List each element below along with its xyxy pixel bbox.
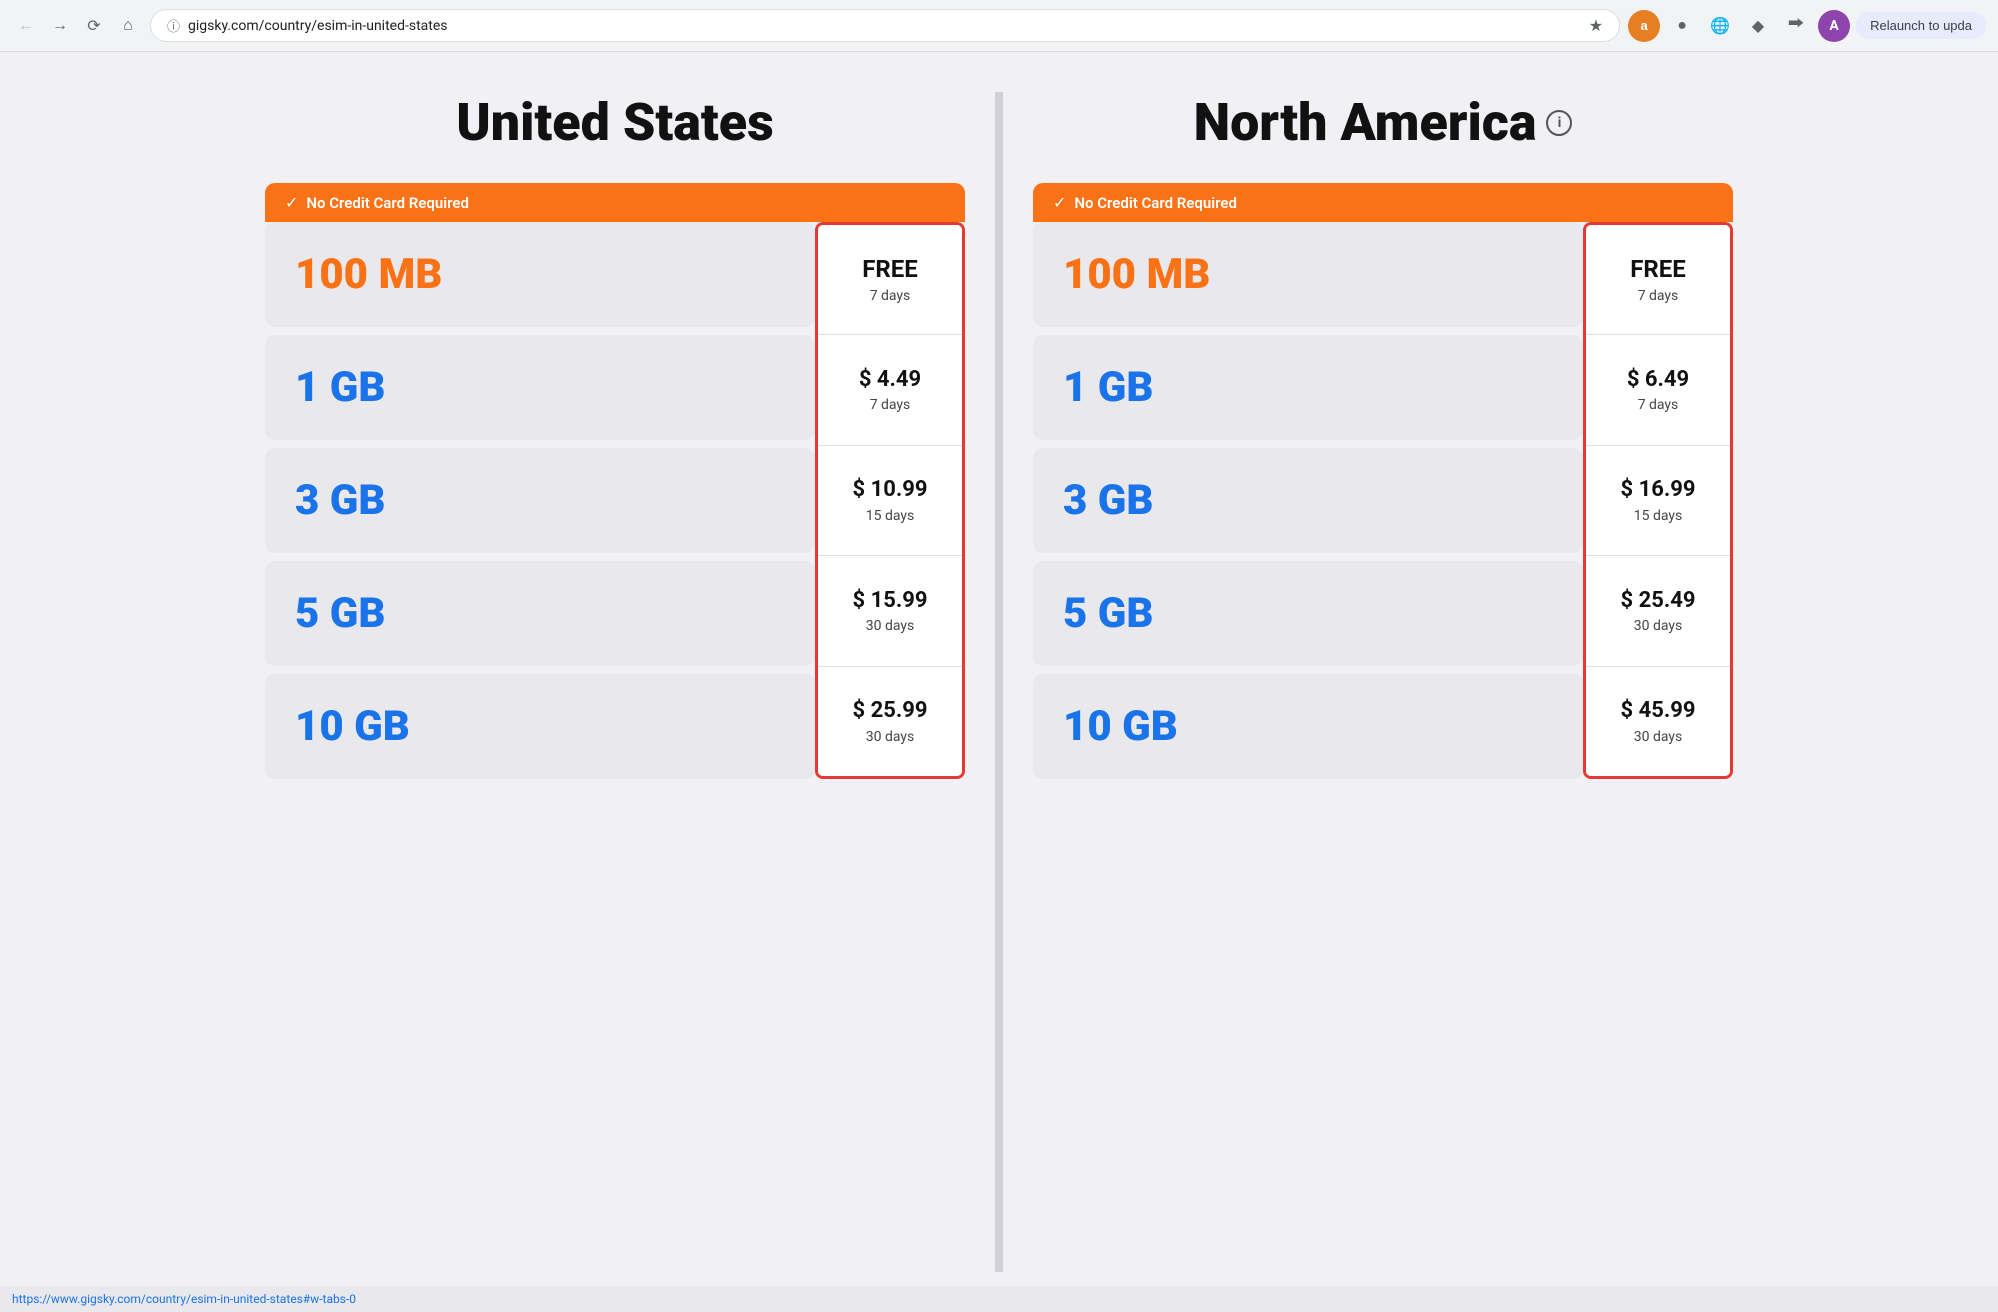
plan-table-na: ✓ No Credit Card Required 100 MB 1 GB 3 GB 5 … (1033, 183, 1733, 779)
section-divider (995, 92, 1003, 1272)
price-column-us: FREE 7 days $ 4.49 7 days $ 10.99 15 days $ 15… (815, 222, 965, 779)
data-amount-na-3: 5 GB (1063, 589, 1154, 638)
price-amount-us-4: $ 25.99 (853, 698, 928, 724)
data-cell-na-1[interactable]: 1 GB (1033, 335, 1583, 440)
price-amount-na-0: FREE (1630, 255, 1686, 284)
price-days-na-4: 30 days (1634, 729, 1682, 745)
plan-section-na: North Americai ✓ No Credit Card Required 10… (1033, 92, 1733, 1272)
data-cell-us-4[interactable]: 10 GB (265, 674, 815, 779)
price-days-na-0: 7 days (1638, 288, 1679, 304)
data-amount-us-2: 3 GB (295, 476, 386, 525)
price-column-na: FREE 7 days $ 6.49 7 days $ 16.99 15 days $ 25… (1583, 222, 1733, 779)
plan-section-us: United States ✓ No Credit Card Required 100… (265, 92, 965, 1272)
price-days-us-2: 15 days (866, 508, 914, 524)
data-cell-us-2[interactable]: 3 GB (265, 448, 815, 553)
lock-icon: ⓘ (167, 16, 180, 35)
data-amount-us-0: 100 MB (295, 250, 442, 299)
data-amount-na-4: 10 GB (1063, 702, 1178, 751)
price-amount-na-2: $ 16.99 (1621, 477, 1696, 503)
relaunch-button[interactable]: Relaunch to upda (1856, 12, 1986, 39)
price-cell-na-2[interactable]: $ 16.99 15 days (1586, 446, 1730, 556)
data-amount-na-1: 1 GB (1063, 363, 1154, 412)
price-amount-na-4: $ 45.99 (1621, 698, 1696, 724)
page-content: United States ✓ No Credit Card Required 100… (0, 52, 1998, 1312)
section-title-na: North Americai (1033, 92, 1733, 153)
data-column-us: 100 MB 1 GB 3 GB 5 GB 10 GB (265, 222, 815, 779)
no-credit-card-text: No Credit Card Required (1074, 194, 1237, 212)
browser-actions: a ● 🌐 ◆ 🠲 A Relaunch to upda (1628, 10, 1986, 42)
status-bar: https://www.gigsky.com/country/esim-in-u… (0, 1286, 1998, 1312)
price-cell-na-0[interactable]: FREE 7 days (1586, 225, 1730, 335)
info-icon[interactable]: i (1546, 110, 1572, 136)
reload-button[interactable]: ⟳ (80, 12, 108, 40)
forward-button[interactable]: → (46, 12, 74, 40)
data-amount-us-3: 5 GB (295, 589, 386, 638)
price-days-na-3: 30 days (1634, 618, 1682, 634)
plan-rows-us: 100 MB 1 GB 3 GB 5 GB 10 GB FREE 7 days $ 4.49 7… (265, 222, 965, 779)
data-cell-na-3[interactable]: 5 GB (1033, 561, 1583, 666)
price-cell-us-3[interactable]: $ 15.99 30 days (818, 556, 962, 666)
price-column-inner-us: FREE 7 days $ 4.49 7 days $ 10.99 15 days $ 15… (815, 222, 965, 779)
url-text: gigsky.com/country/esim-in-united-states (188, 18, 1581, 34)
back-button[interactable]: ← (12, 12, 40, 40)
no-credit-card-header-us: ✓ No Credit Card Required (265, 183, 965, 222)
data-cell-na-4[interactable]: 10 GB (1033, 674, 1583, 779)
data-amount-us-1: 1 GB (295, 363, 386, 412)
price-column-inner-na: FREE 7 days $ 6.49 7 days $ 16.99 15 days $ 25… (1583, 222, 1733, 779)
price-days-us-4: 30 days (866, 729, 914, 745)
data-amount-na-2: 3 GB (1063, 476, 1154, 525)
data-cell-us-3[interactable]: 5 GB (265, 561, 815, 666)
price-amount-na-3: $ 25.49 (1621, 588, 1696, 614)
plan-rows-na: 100 MB 1 GB 3 GB 5 GB 10 GB FREE 7 days $ 6.49 7… (1033, 222, 1733, 779)
price-amount-na-1: $ 6.49 (1627, 367, 1689, 393)
price-cell-us-0[interactable]: FREE 7 days (818, 225, 962, 335)
check-icon: ✓ (285, 193, 298, 212)
data-cell-us-0[interactable]: 100 MB (265, 222, 815, 327)
extensions-btn-g[interactable]: ◆ (1742, 10, 1774, 42)
price-days-us-3: 30 days (866, 618, 914, 634)
price-cell-us-2[interactable]: $ 10.99 15 days (818, 446, 962, 556)
home-button[interactable]: ⌂ (114, 12, 142, 40)
extensions-btn-edge[interactable]: ● (1666, 10, 1698, 42)
no-credit-card-header-na: ✓ No Credit Card Required (1033, 183, 1733, 222)
data-cell-na-2[interactable]: 3 GB (1033, 448, 1583, 553)
data-column-na: 100 MB 1 GB 3 GB 5 GB 10 GB (1033, 222, 1583, 779)
price-amount-us-0: FREE (862, 255, 918, 284)
nav-buttons: ← → ⟳ ⌂ (12, 12, 142, 40)
price-amount-us-3: $ 15.99 (853, 588, 928, 614)
browser-chrome: ← → ⟳ ⌂ ⓘ gigsky.com/country/esim-in-uni… (0, 0, 1998, 52)
price-days-na-2: 15 days (1634, 508, 1682, 524)
extensions-btn-a[interactable]: a (1628, 10, 1660, 42)
data-amount-na-0: 100 MB (1063, 250, 1210, 299)
bookmark-icon: ★ (1589, 16, 1603, 35)
plan-table-us: ✓ No Credit Card Required 100 MB 1 GB 3 GB 5 … (265, 183, 965, 779)
data-cell-us-1[interactable]: 1 GB (265, 335, 815, 440)
address-bar[interactable]: ⓘ gigsky.com/country/esim-in-united-stat… (150, 9, 1620, 42)
price-cell-us-4[interactable]: $ 25.99 30 days (818, 667, 962, 776)
price-days-us-1: 7 days (870, 397, 911, 413)
no-credit-card-text: No Credit Card Required (306, 194, 469, 212)
data-cell-na-0[interactable]: 100 MB (1033, 222, 1583, 327)
extensions-btn-puzzle[interactable]: 🠲 (1780, 10, 1812, 42)
price-days-us-0: 7 days (870, 288, 911, 304)
extensions-btn-translate[interactable]: 🌐 (1704, 10, 1736, 42)
price-cell-na-3[interactable]: $ 25.49 30 days (1586, 556, 1730, 666)
check-icon: ✓ (1053, 193, 1066, 212)
data-amount-us-4: 10 GB (295, 702, 410, 751)
price-days-na-1: 7 days (1638, 397, 1679, 413)
price-amount-us-1: $ 4.49 (859, 367, 921, 393)
section-title-us: United States (265, 92, 965, 153)
profile-avatar[interactable]: A (1818, 10, 1850, 42)
price-cell-us-1[interactable]: $ 4.49 7 days (818, 335, 962, 445)
price-amount-us-2: $ 10.99 (853, 477, 928, 503)
price-cell-na-1[interactable]: $ 6.49 7 days (1586, 335, 1730, 445)
price-cell-na-4[interactable]: $ 45.99 30 days (1586, 667, 1730, 776)
